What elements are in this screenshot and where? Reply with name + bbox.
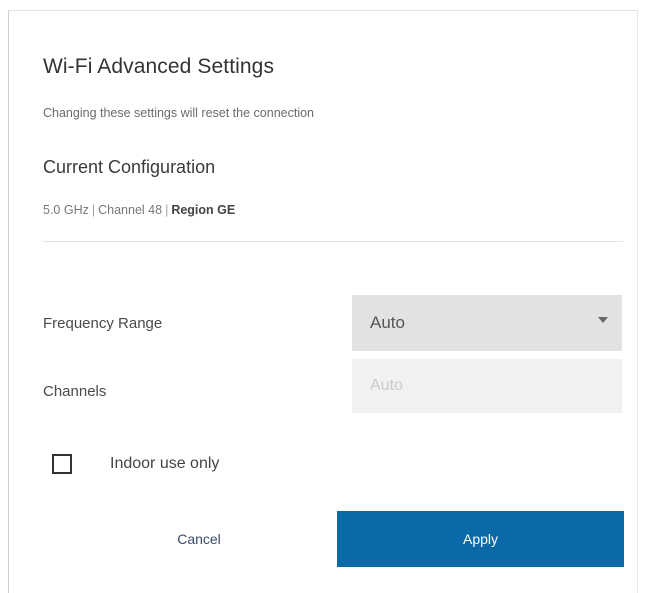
frequency-range-select[interactable]: Auto bbox=[352, 295, 622, 351]
wifi-advanced-settings-dialog: Wi-Fi Advanced Settings Changing these s… bbox=[8, 10, 638, 593]
frequency-range-value: Auto bbox=[370, 313, 405, 332]
current-configuration-heading: Current Configuration bbox=[43, 157, 216, 177]
current-configuration-summary: 5.0 GHz | Channel 48 | Region GE bbox=[43, 203, 235, 217]
channels-label: Channels bbox=[43, 383, 107, 400]
section-divider bbox=[43, 241, 623, 242]
config-channel: Channel 48 bbox=[98, 203, 163, 217]
config-separator: | bbox=[165, 203, 169, 217]
dialog-title: Wi-Fi Advanced Settings bbox=[43, 55, 275, 78]
indoor-use-checkbox[interactable] bbox=[52, 454, 72, 474]
indoor-use-label[interactable]: Indoor use only bbox=[110, 455, 219, 473]
caret-down-icon bbox=[598, 317, 608, 323]
apply-button[interactable]: Apply bbox=[337, 511, 624, 567]
config-region: Region GE bbox=[171, 203, 236, 217]
config-band: 5.0 GHz bbox=[43, 203, 89, 217]
frequency-range-label: Frequency Range bbox=[43, 315, 163, 332]
channels-input[interactable] bbox=[352, 359, 622, 413]
dialog-subtitle: Changing these settings will reset the c… bbox=[43, 106, 314, 120]
config-separator: | bbox=[91, 203, 96, 217]
cancel-button[interactable]: Cancel bbox=[109, 511, 289, 567]
